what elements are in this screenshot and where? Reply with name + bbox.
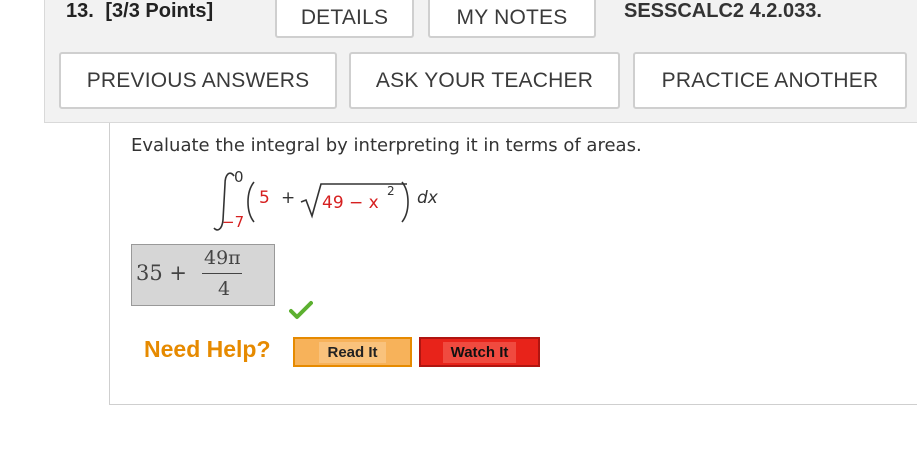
answer-whole-part: 35 + [136,261,187,285]
watch-it-button[interactable]: Watch It [419,337,540,367]
differential: dx [417,188,438,208]
radicand-exponent: 2 [387,184,395,198]
integrand-plus: + [281,188,296,208]
problem-prompt: Evaluate the integral by interpreting it… [131,135,642,156]
fraction-bar [202,273,242,274]
answer-numerator: 49π [204,247,241,269]
integral-lower-limit: −7 [222,213,245,231]
details-button[interactable]: DETAILS [275,0,414,38]
question-reference: SESSCALC2 4.2.033. [624,0,822,22]
question-header: 13. [3/3 Points] [66,0,213,23]
question-points: [3/3 Points] [105,0,214,22]
need-help-label: Need Help? [144,336,271,362]
read-it-label: Read It [319,341,386,363]
my-notes-button[interactable]: MY NOTES [428,0,596,38]
left-paren-icon [247,181,255,223]
integral-upper-limit: 0 [234,168,244,186]
ask-your-teacher-button[interactable]: ASK YOUR TEACHER [349,52,620,109]
question-number: 13. [66,0,94,22]
right-paren-icon [401,181,409,223]
integrand-constant: 5 [259,188,270,208]
practice-another-button[interactable]: PRACTICE ANOTHER [633,52,907,109]
watch-it-label: Watch It [442,341,517,363]
correct-check-icon [289,301,313,319]
answer-input[interactable]: 35 + 49π 4 [131,244,275,306]
radicand: 49 − x [322,193,379,213]
read-it-button[interactable]: Read It [293,337,412,367]
answer-denominator: 4 [218,278,231,300]
previous-answers-button[interactable]: PREVIOUS ANSWERS [59,52,337,109]
